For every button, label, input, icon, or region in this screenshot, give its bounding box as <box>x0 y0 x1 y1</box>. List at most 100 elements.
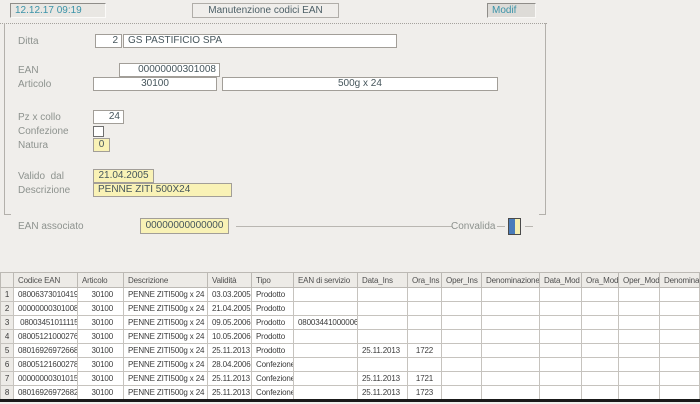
confezione-checkbox[interactable] <box>93 126 104 137</box>
separator-line <box>236 226 452 227</box>
cell-n: 4 <box>1 330 14 344</box>
cell-codice-ean: 00000000301008 <box>14 302 78 316</box>
cell-codice-ean: 08005121000276 <box>14 330 78 344</box>
cell-data-ins: 25.11.2013 <box>358 344 408 358</box>
descrizione-field[interactable]: PENNE ZITI 500X24 <box>93 183 232 197</box>
cell-tipo: Confezione <box>252 372 294 386</box>
cell-data-mod <box>540 358 582 372</box>
cell-ean-di-servizio <box>294 344 358 358</box>
ean-maintenance-window: { "colors": { "accent_teal": "#3a93a8", … <box>0 0 700 404</box>
cell-n: 2 <box>1 302 14 316</box>
pz-x-collo-field[interactable]: 24 <box>93 110 124 124</box>
table-row[interactable]: 3 0800345101111530100PENNE ZITI500g x 24… <box>1 316 700 330</box>
cell-ora-ins <box>408 316 442 330</box>
cell-tipo: Prodotto <box>252 344 294 358</box>
ean-associato-label: EAN associato <box>18 220 84 233</box>
cell-articolo: 30100 <box>78 302 124 316</box>
ean-associato-field[interactable]: 00000000000000 <box>140 218 229 234</box>
cell-ora-ins <box>408 358 442 372</box>
convalida-dash-right <box>525 226 533 227</box>
cell-validita: 25.11.2013 <box>208 344 252 358</box>
cell-tipo: Prodotto <box>252 288 294 302</box>
table-row[interactable]: 70000000030101530100PENNE ZITI500g x 242… <box>1 372 700 386</box>
frame-bottom-tick-right <box>539 214 546 215</box>
cell-ean-di-servizio <box>294 386 358 400</box>
cell-n: 3 <box>1 316 14 330</box>
cell-validita: 03.03.2005 <box>208 288 252 302</box>
cell-ora-mod <box>582 302 619 316</box>
cell-codice-ean: 08006373010419 <box>14 288 78 302</box>
articolo-description-field[interactable]: PENNE ZITI 500g x 24 <box>222 77 498 91</box>
cell-descrizione: PENNE ZITI500g x 24 <box>124 302 208 316</box>
timestamp-display: 12.12.17 09:19 <box>10 3 106 18</box>
cell-data-ins <box>358 316 408 330</box>
cell-articolo: 30100 <box>78 358 124 372</box>
cell-articolo: 30100 <box>78 386 124 400</box>
articolo-label: Articolo <box>18 78 51 91</box>
modif-button[interactable]: Modif <box>487 3 536 18</box>
cell-denominazione-ins <box>482 372 540 386</box>
cell-ora-ins <box>408 288 442 302</box>
column-header-data_ins: Data_Ins <box>358 273 408 288</box>
table-row[interactable]: 40800512100027630100PENNE ZITI500g x 241… <box>1 330 700 344</box>
natura-field[interactable]: 0 <box>93 138 110 152</box>
column-header-oper_ins: Oper_Ins <box>442 273 482 288</box>
cell-descrizione: PENNE ZITI500g x 24 <box>124 344 208 358</box>
column-header-denominazione_ins: Denominazione <box>482 273 540 288</box>
descrizione-text: PENNE ZITI <box>128 290 171 299</box>
table-row[interactable]: 80801692697268230100PENNE ZITI500g x 242… <box>1 386 700 400</box>
cell-oper-mod <box>619 288 660 302</box>
frame-bottom-tick-left <box>4 214 11 215</box>
ditta-name-field[interactable]: GS PASTIFICIO SPA <box>123 34 397 48</box>
table-row[interactable]: 10800637301041930100PENNE ZITI500g x 240… <box>1 288 700 302</box>
cell-ora-ins <box>408 330 442 344</box>
pz-x-collo-label: Pz x collo <box>18 111 61 124</box>
cell-descrizione: PENNE ZITI500g x 24 <box>124 386 208 400</box>
table-bottom-bar <box>0 399 700 402</box>
cell-data-ins <box>358 358 408 372</box>
cell-ora-ins: 1723 <box>408 386 442 400</box>
column-header-descrizione: Descrizione <box>124 273 208 288</box>
cell-ean-di-servizio <box>294 372 358 386</box>
formato-text: 500g x 24 <box>171 360 205 369</box>
convalida-field[interactable] <box>508 218 521 235</box>
descrizione-text: PENNE ZITI <box>128 304 171 313</box>
cell-tipo: Confezione <box>252 386 294 400</box>
cell-oper-ins <box>442 288 482 302</box>
articolo-code-field[interactable]: 30100 <box>93 77 217 91</box>
cell-oper-ins <box>442 330 482 344</box>
column-header-ean_di_servizio: EAN di servizio <box>294 273 358 288</box>
ean-label: EAN <box>18 64 39 77</box>
table-row[interactable]: 60800512160027830100PENNE ZITI500g x 242… <box>1 358 700 372</box>
column-header-data_mod: Data_Mod <box>540 273 582 288</box>
cell-ora-ins: 1721 <box>408 372 442 386</box>
cell-codice-ean: 08005121600278 <box>14 358 78 372</box>
cell-ean-di-servizio <box>294 358 358 372</box>
cell-n: 1 <box>1 288 14 302</box>
table-row[interactable]: 50801692697266830100PENNE ZITI500g x 242… <box>1 344 700 358</box>
cell-descrizione: PENNE ZITI500g x 24 <box>124 288 208 302</box>
cell-articolo: 30100 <box>78 330 124 344</box>
formato-text: 500g x 24 <box>171 304 205 313</box>
cell-denominazione-mod <box>660 358 700 372</box>
ean-field[interactable]: 00000000301008 <box>119 63 220 77</box>
cell-oper-mod <box>619 358 660 372</box>
cell-articolo: 30100 <box>78 288 124 302</box>
cell-descrizione: PENNE ZITI500g x 24 <box>124 372 208 386</box>
formato-text: 500g x 24 <box>171 374 205 383</box>
cell-ora-mod <box>582 358 619 372</box>
cell-denominazione-ins <box>482 302 540 316</box>
articolo-description-text: PENNE ZITI <box>233 90 288 91</box>
cell-descrizione: PENNE ZITI500g x 24 <box>124 358 208 372</box>
column-header-codice_ean: Codice EAN <box>14 273 78 288</box>
cell-denominazione-mod <box>660 302 700 316</box>
cell-articolo: 30100 <box>78 316 124 330</box>
cell-ora-ins <box>408 302 442 316</box>
cell-articolo: 30100 <box>78 344 124 358</box>
cell-denominazione-ins <box>482 344 540 358</box>
descrizione-label: Descrizione <box>18 184 70 197</box>
ditta-code-field[interactable]: 2 <box>95 34 122 48</box>
confezione-label: Confezione <box>18 125 69 138</box>
table-row[interactable]: 20000000030100830100PENNE ZITI500g x 242… <box>1 302 700 316</box>
valido-dal-field[interactable]: 21.04.2005 <box>93 169 154 183</box>
